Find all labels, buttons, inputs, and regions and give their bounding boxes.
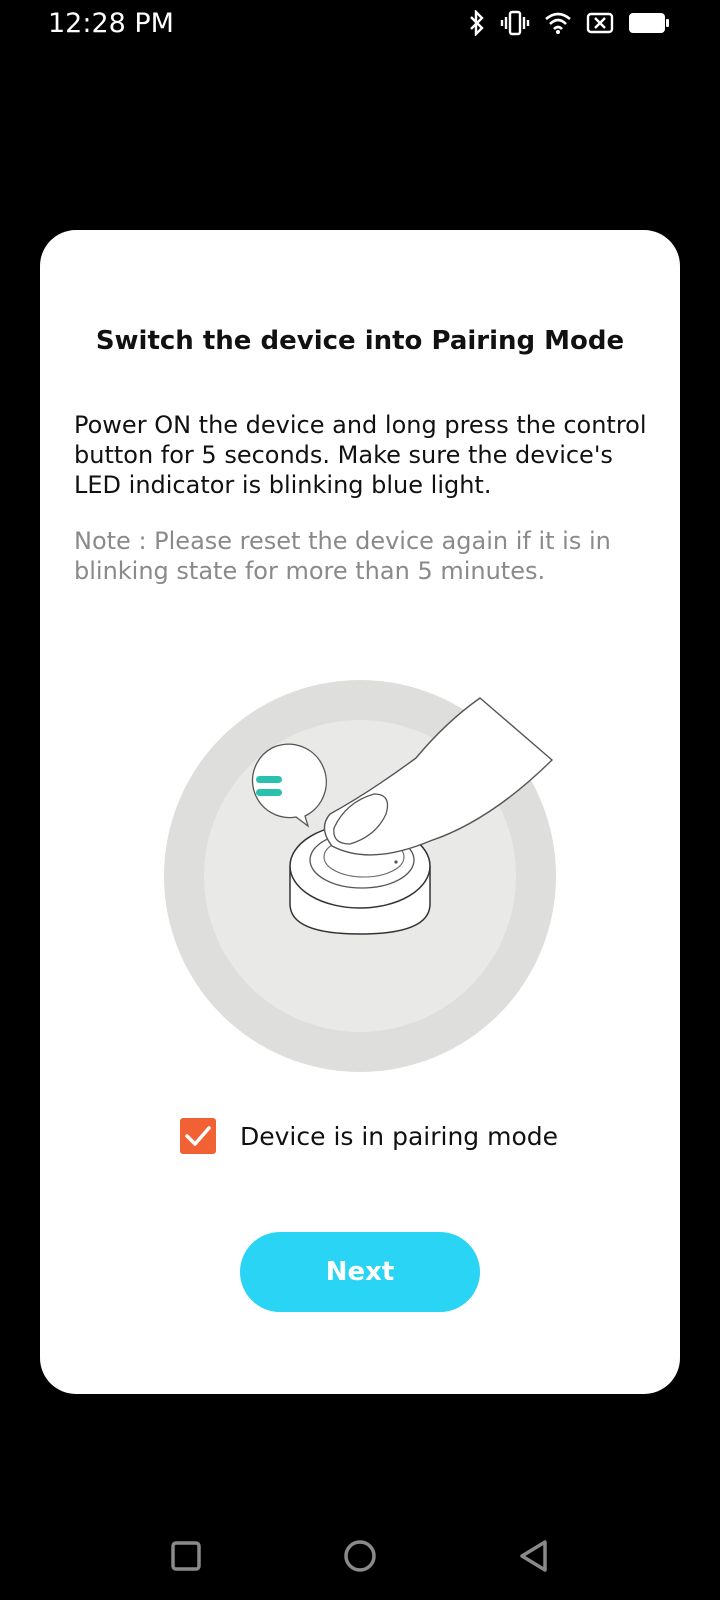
battery-icon <box>628 12 670 34</box>
pairing-confirm-row[interactable]: Device is in pairing mode <box>180 1116 558 1156</box>
pairing-illustration <box>160 676 560 1076</box>
pairing-mode-checkbox[interactable] <box>180 1118 216 1154</box>
wifi-icon <box>544 11 572 35</box>
no-sim-icon <box>586 12 614 34</box>
checkmark-icon <box>185 1126 211 1146</box>
dialog-note: Note : Please reset the device again if … <box>74 527 611 585</box>
next-button[interactable]: Next <box>240 1232 480 1312</box>
dialog-instructions: Power ON the device and long press the c… <box>74 411 647 499</box>
navigation-bar <box>0 1510 720 1600</box>
recents-icon[interactable] <box>162 1532 210 1580</box>
status-time: 12:28 PM <box>48 8 174 39</box>
pairing-mode-dialog: Switch the device into Pairing Mode Powe… <box>40 230 680 1394</box>
dialog-title: Switch the device into Pairing Mode <box>95 326 625 356</box>
status-icons <box>468 10 670 36</box>
vibrate-icon <box>500 10 530 36</box>
back-icon[interactable] <box>510 1532 558 1580</box>
bluetooth-icon <box>468 10 486 36</box>
home-icon[interactable] <box>336 1532 384 1580</box>
pairing-mode-label[interactable]: Device is in pairing mode <box>240 1122 558 1151</box>
status-bar: 12:28 PM <box>0 0 720 50</box>
